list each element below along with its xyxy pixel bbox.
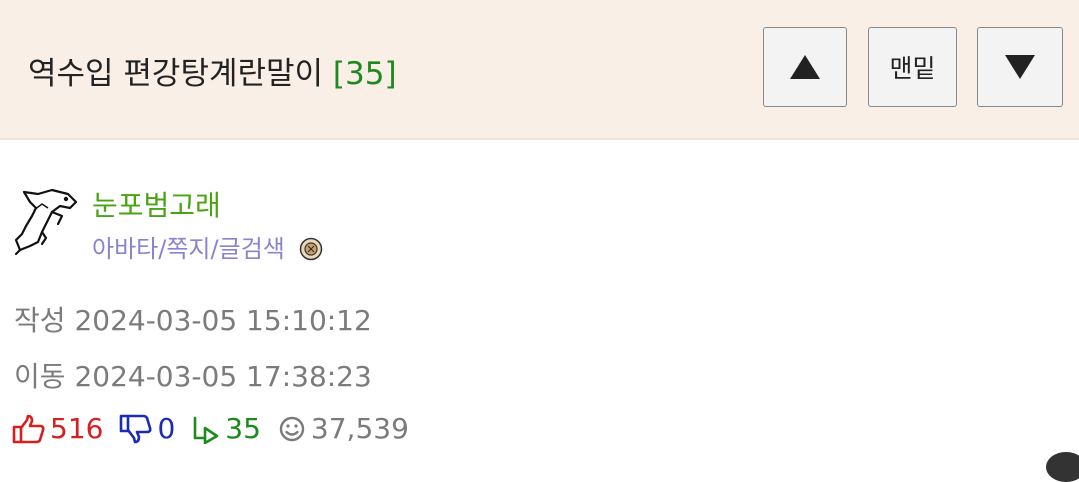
- views-stat: 37,539: [277, 412, 409, 445]
- search-posts-link[interactable]: 글검색: [219, 235, 285, 263]
- written-value: 2024-03-05 15:10:12: [74, 304, 372, 337]
- moved-value: 2024-03-05 17:38:23: [74, 360, 372, 393]
- scroll-down-button[interactable]: [977, 27, 1063, 107]
- content-image-edge: [1046, 452, 1079, 482]
- level-badge-icon: [299, 237, 322, 261]
- reply-stat[interactable]: 35: [191, 412, 261, 445]
- smiley-icon: [279, 416, 305, 441]
- author-links: 아바타/쪽지/글검색: [92, 229, 323, 264]
- reply-count: 35: [225, 412, 261, 445]
- scroll-top-button[interactable]: [763, 27, 847, 107]
- scroll-bottom-button[interactable]: 맨밑: [868, 27, 957, 107]
- moved-label: 이동: [14, 360, 66, 393]
- author-nickname[interactable]: 눈포범고래: [92, 184, 221, 224]
- page-title: 역수입 편강탕계란말이 [35]: [28, 48, 397, 93]
- view-count: 37,539: [310, 412, 409, 445]
- written-date: 작성 2024-03-05 15:10:12: [14, 299, 372, 339]
- avatar-link[interactable]: 아바타: [92, 235, 158, 263]
- reply-arrow-icon: [193, 416, 219, 444]
- post-header: 역수입 편강탕계란말이 [35] 맨밑: [0, 0, 1079, 140]
- dislike-stat[interactable]: 0: [119, 412, 175, 445]
- written-label: 작성: [14, 304, 66, 337]
- like-count: 516: [50, 412, 104, 445]
- arrow-down-icon: [1005, 55, 1035, 79]
- thumbs-up-icon: [12, 414, 45, 443]
- post-title: 역수입 편강탕계란말이: [28, 56, 324, 92]
- arrow-up-icon: [790, 55, 820, 79]
- message-link[interactable]: 쪽지: [166, 235, 210, 263]
- link-separator: /: [210, 235, 219, 263]
- post-stats: 516 0 35 37,539: [12, 412, 425, 445]
- comment-count[interactable]: [35]: [333, 56, 397, 92]
- moved-date: 이동 2024-03-05 17:38:23: [14, 355, 372, 395]
- dislike-count: 0: [157, 412, 176, 445]
- like-stat[interactable]: 516: [12, 412, 103, 445]
- thumbs-down-icon: [120, 414, 152, 443]
- avatar[interactable]: [12, 186, 78, 256]
